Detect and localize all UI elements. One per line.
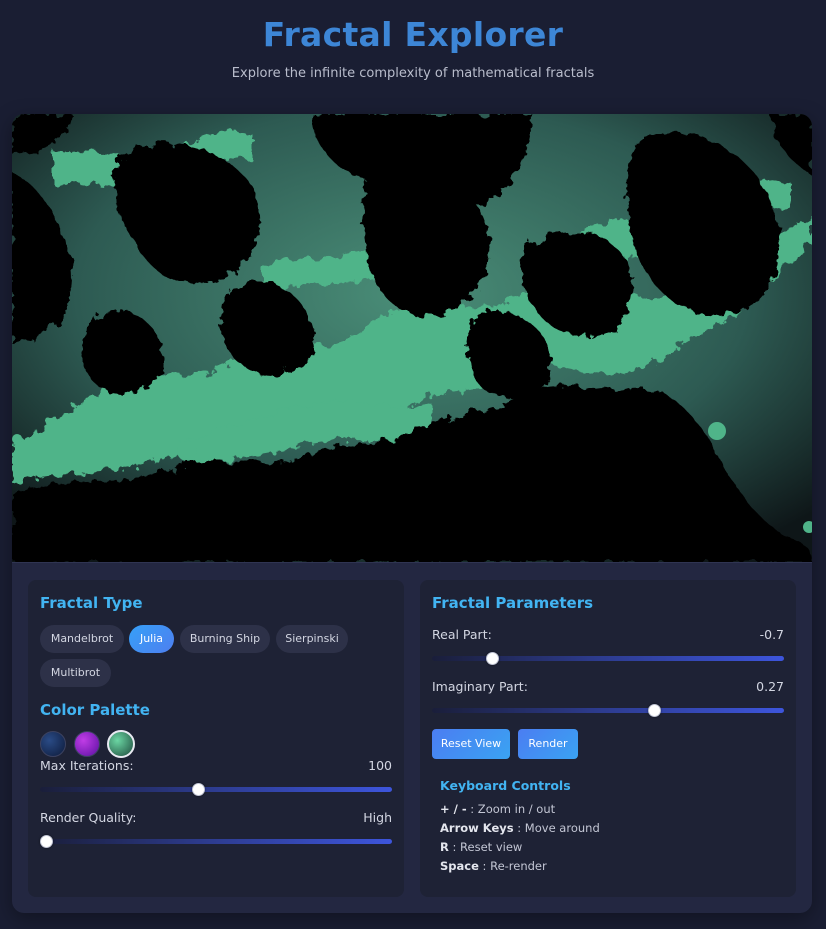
page-subtitle: Explore the infinite complexity of mathe… [231, 66, 595, 81]
render-quality-label: Render Quality: [40, 810, 137, 825]
key-name: + / - [440, 802, 467, 816]
key-description: : Zoom in / out [466, 802, 556, 816]
page-title: Fractal Explorer [262, 15, 564, 54]
real-part-slider[interactable] [432, 652, 784, 665]
render-quality-slider[interactable] [40, 835, 392, 848]
fractal-type-sierpinski[interactable]: Sierpinski [276, 625, 348, 653]
left-panel: Fractal Type Mandelbrot Julia Burning Sh… [28, 580, 404, 897]
header: Fractal Explorer Explore the infinite co… [0, 0, 826, 81]
max-iterations-thumb[interactable] [192, 783, 206, 796]
key-name: R [440, 840, 449, 854]
reset-view-button[interactable]: Reset View [432, 729, 510, 759]
max-iterations-slider[interactable] [40, 783, 392, 796]
real-part-thumb[interactable] [485, 652, 499, 665]
fractal-render [12, 114, 812, 562]
fractal-type-julia[interactable]: Julia [129, 625, 174, 653]
key-name: Arrow Keys [440, 821, 514, 835]
app-container: Fractal Type Mandelbrot Julia Burning Sh… [12, 114, 812, 913]
right-panel: Fractal Parameters Real Part: -0.7 Imagi… [420, 580, 796, 897]
key-description: : Reset view [448, 840, 523, 854]
real-part-label: Real Part: [432, 627, 492, 642]
imaginary-part-thumb[interactable] [647, 704, 661, 717]
fractal-type-burning-ship[interactable]: Burning Ship [180, 625, 270, 653]
imaginary-part-label: Imaginary Part: [432, 679, 528, 694]
imaginary-part-slider[interactable] [432, 704, 784, 717]
palette-swatch-purple[interactable] [74, 731, 100, 757]
color-palette-title: Color Palette [40, 701, 150, 719]
palette-swatch-blue[interactable] [40, 731, 66, 757]
key-description: : Move around [513, 821, 600, 835]
fractal-type-title: Fractal Type [40, 594, 143, 612]
render-quality-thumb[interactable] [40, 835, 53, 848]
keyboard-control-item: Arrow Keys : Move around [440, 821, 600, 835]
max-iterations-label: Max Iterations: [40, 758, 134, 773]
fractal-parameters-title: Fractal Parameters [432, 594, 594, 612]
keyboard-control-item: + / - : Zoom in / out [440, 802, 555, 816]
keyboard-control-item: Space : Re-render [440, 859, 547, 873]
max-iterations-value: 100 [368, 758, 392, 773]
key-name: Space [440, 859, 479, 873]
fractal-canvas[interactable] [12, 114, 812, 563]
render-button[interactable]: Render [518, 729, 578, 759]
keyboard-controls-title: Keyboard Controls [440, 778, 571, 793]
palette-swatch-green[interactable] [107, 730, 135, 758]
real-part-value: -0.7 [759, 627, 784, 642]
render-quality-value: High [363, 810, 392, 825]
keyboard-control-item: R : Reset view [440, 840, 522, 854]
fractal-type-mandelbrot[interactable]: Mandelbrot [40, 625, 124, 653]
imaginary-part-value: 0.27 [756, 679, 784, 694]
key-description: : Re-render [478, 859, 547, 873]
fractal-type-multibrot[interactable]: Multibrot [40, 659, 111, 687]
